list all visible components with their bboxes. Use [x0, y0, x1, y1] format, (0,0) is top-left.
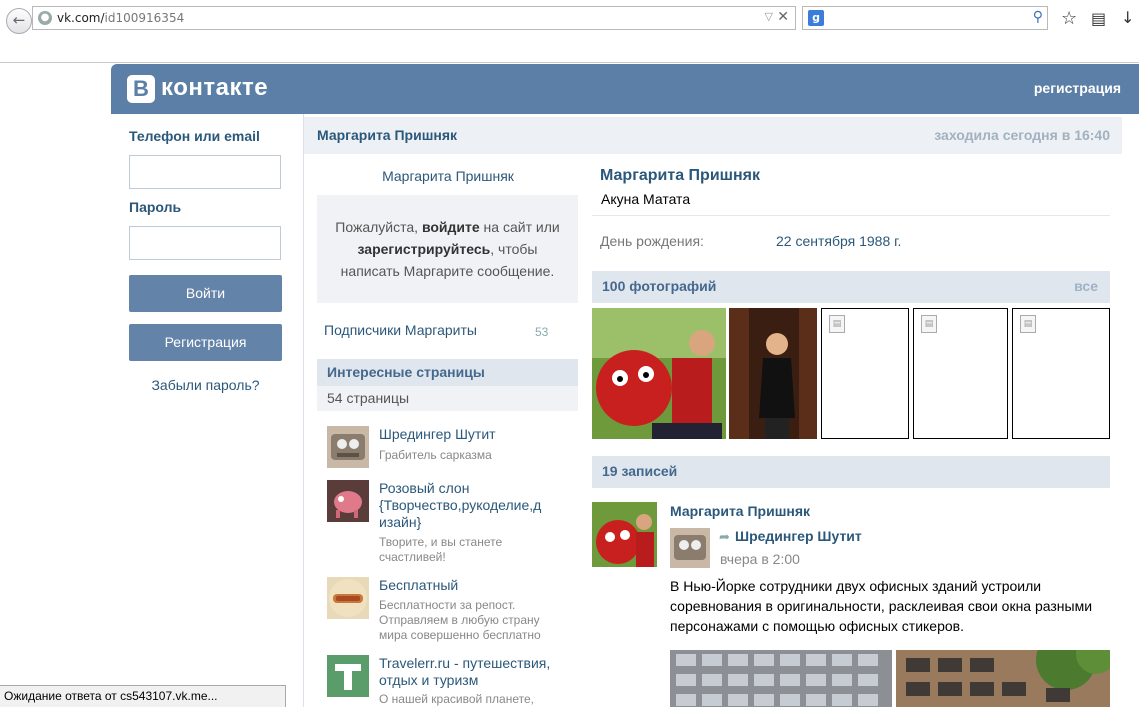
login-button[interactable]: Войти [129, 275, 282, 312]
group-desc: Творите, и вы станете счастливей! [379, 535, 503, 564]
register-link[interactable]: регистрация [1034, 80, 1121, 96]
subscribers-link[interactable]: Подписчики Маргариты [324, 322, 477, 338]
group-avatar[interactable] [327, 480, 369, 522]
photo-thumbnail[interactable] [592, 308, 726, 439]
group-avatar[interactable] [327, 426, 369, 468]
photos-header[interactable]: 100 фотографий все [592, 271, 1110, 303]
dropdown-triangle-icon[interactable]: ▽ [765, 10, 773, 23]
back-arrow-icon[interactable]: ← [6, 8, 32, 34]
phone-label: Телефон или email [129, 128, 260, 144]
repost-group-avatar[interactable] [670, 528, 710, 568]
password-input[interactable] [129, 226, 281, 260]
subscribers-count: 53 [535, 325, 549, 339]
group-avatar[interactable] [327, 655, 369, 697]
repost-group-name[interactable]: Шредингер Шутит [735, 528, 862, 544]
info-divider [592, 215, 1110, 216]
birthday-label: День рождения: [600, 233, 704, 249]
url-text: vk.com/id100916354 [57, 11, 185, 25]
post-text: В Нью-Йорке сотрудники двух офисных здан… [670, 578, 1093, 634]
last-seen-status: заходила сегодня в 16:40 [934, 127, 1110, 143]
post-image[interactable] [896, 650, 1110, 707]
browser-toolbar: ← ● vk.com/id100916354 ▽ ✕ g ⚲ ☆ ▤ ↓ [0, 0, 1139, 63]
group-name[interactable]: Travelerr.ru - путешествия, отдых и тури… [379, 655, 559, 689]
broken-image-icon: ▤ [921, 315, 937, 333]
post-author-name[interactable]: Маргарита Пришняк [670, 503, 810, 519]
vk-logo-text[interactable]: контакте [161, 74, 268, 102]
address-bar[interactable]: ● vk.com/id100916354 ▽ ✕ [32, 6, 796, 30]
group-desc: Бесплатности за репост. Отправляем в люб… [379, 598, 541, 642]
profile-status: Акуна Матата [601, 191, 691, 207]
content-divider [303, 114, 304, 707]
password-label: Пароль [129, 199, 182, 215]
globe-icon: ● [38, 11, 52, 25]
repost-arrow-icon: ➦ [719, 530, 730, 545]
photos-title[interactable]: 100 фотографий [602, 278, 716, 294]
profile-full-name: Маргарита Пришняк [600, 167, 760, 184]
post-author-avatar[interactable] [592, 502, 657, 567]
bookmarks-list-icon[interactable]: ▤ [1091, 9, 1106, 28]
group-desc: Грабитель сарказма [379, 448, 492, 462]
broken-image-icon: ▤ [1020, 315, 1036, 333]
login-inline-link[interactable]: войдите [422, 219, 480, 235]
interesting-pages-header[interactable]: Интересные страницы [317, 359, 578, 386]
profile-bar: Маргарита Пришняк заходила сегодня в 16:… [304, 117, 1122, 154]
post-image[interactable] [670, 650, 892, 707]
group-desc: О нашей красивой планете, [379, 692, 535, 706]
bookmark-star-icon[interactable]: ☆ [1061, 8, 1077, 29]
wall-title[interactable]: 19 записей [602, 463, 677, 479]
group-avatar[interactable] [327, 577, 369, 619]
photo-placeholder[interactable]: ▤ [1012, 308, 1110, 439]
phone-input[interactable] [129, 155, 281, 189]
post-time[interactable]: вчера в 2:00 [720, 551, 800, 567]
status-text: Ожидание ответа от cs543107.vk.me... [4, 689, 218, 703]
forgot-password-link[interactable]: Забыли пароль? [129, 377, 282, 393]
search-bar[interactable]: g ⚲ [802, 6, 1048, 30]
search-engine-icon[interactable]: g [808, 10, 824, 26]
group-name[interactable]: Шредингер Шутит [379, 426, 559, 443]
profile-name-link[interactable]: Маргарита Пришняк [318, 168, 578, 184]
site-header: В контакте регистрация [111, 64, 1139, 114]
magnifier-icon[interactable]: ⚲ [1033, 9, 1043, 25]
vk-logo-icon[interactable]: В [127, 75, 155, 103]
birthday-value[interactable]: 22 сентября 1988 г. [776, 233, 901, 249]
wall-header[interactable]: 19 записей [592, 456, 1110, 488]
broken-image-icon: ▤ [829, 315, 845, 333]
photo-placeholder[interactable]: ▤ [821, 308, 909, 439]
register-button[interactable]: Регистрация [129, 324, 282, 361]
profile-bar-name: Маргарита Пришняк [317, 127, 457, 143]
download-icon[interactable]: ↓ [1121, 8, 1134, 27]
stop-icon[interactable]: ✕ [777, 9, 789, 25]
register-inline-link[interactable]: зарегистрируйтесь [358, 241, 491, 257]
group-name[interactable]: Бесплатный [379, 577, 559, 594]
photo-placeholder[interactable]: ▤ [913, 308, 1008, 439]
photo-thumbnail[interactable] [729, 308, 817, 439]
interesting-pages-count: 54 страницы [317, 386, 578, 411]
group-name[interactable]: Розовый слон {Творчество,рукоделие,д иза… [379, 480, 559, 531]
message-prompt: Пожалуйста, войдите на сайт или зарегист… [317, 195, 578, 303]
browser-status-bar: Ожидание ответа от cs543107.vk.me... [0, 685, 286, 707]
photos-all-link[interactable]: все [1074, 278, 1098, 294]
